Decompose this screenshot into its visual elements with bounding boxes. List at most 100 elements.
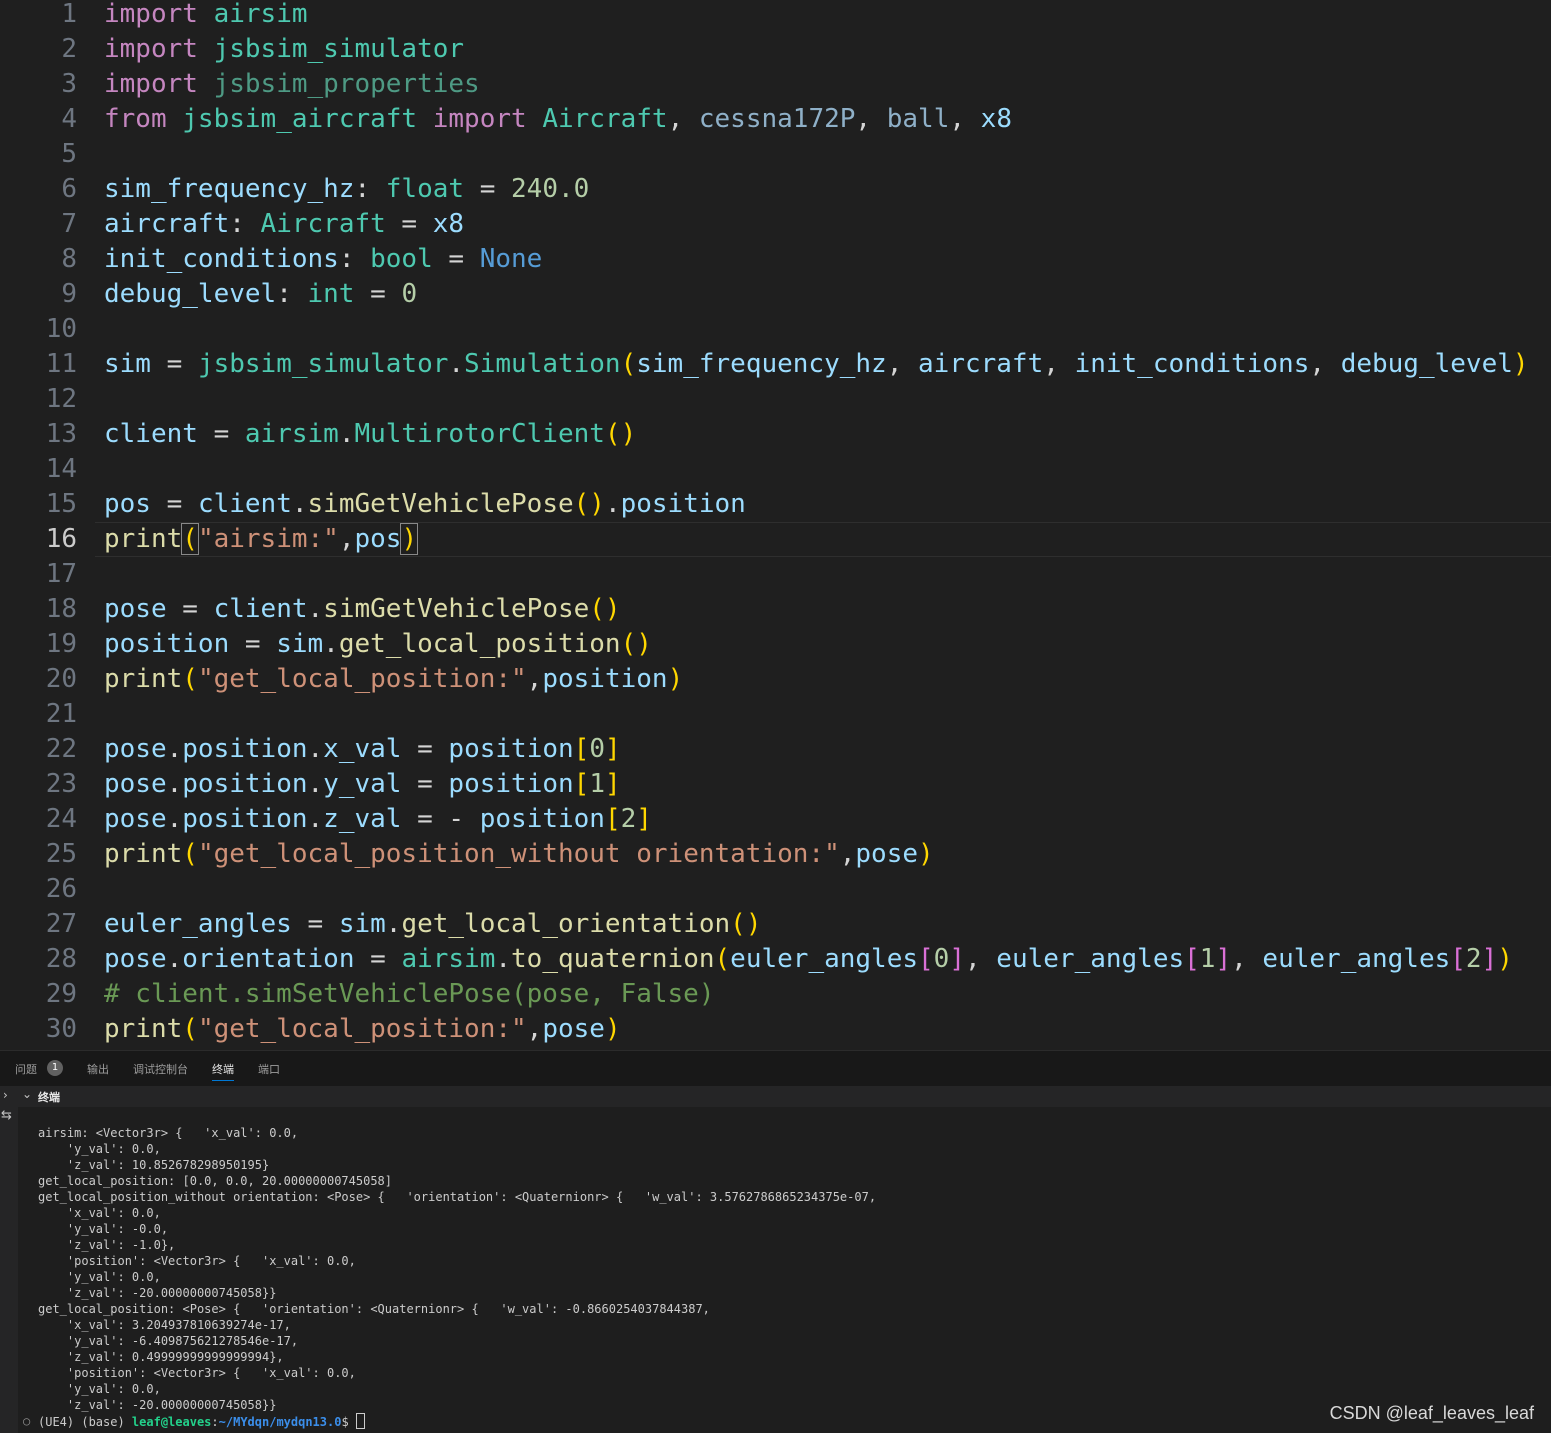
- terminal-line: 'z_val': 10.852678298950195}: [38, 1158, 270, 1172]
- line-number: 15: [45, 489, 77, 519]
- code-text[interactable]: pose.position.z_val = - position[2]: [104, 802, 652, 837]
- tab-terminal[interactable]: 终端: [212, 1061, 234, 1081]
- line-number: 13: [45, 419, 77, 449]
- tab-ports[interactable]: 端口: [258, 1061, 280, 1077]
- code-line[interactable]: 5: [0, 137, 1551, 172]
- tab-output[interactable]: 输出: [87, 1061, 109, 1077]
- line-number: 5: [61, 139, 77, 169]
- code-line[interactable]: 19 position = sim.get_local_position(): [0, 627, 1551, 662]
- code-line[interactable]: 26: [0, 872, 1551, 907]
- code-line[interactable]: 11 sim = jsbsim_simulator.Simulation(sim…: [0, 347, 1551, 382]
- line-number: 1: [61, 0, 77, 29]
- code-text[interactable]: pose = client.simGetVehiclePose(): [104, 592, 621, 627]
- code-editor[interactable]: 1 import airsim 2 import jsbsim_simulato…: [0, 0, 1551, 1050]
- bottom-panel: 问题 1 输出 调试控制台 终端 端口 › ⌄ 终端 ⇆ airsim: <Ve…: [0, 1050, 1551, 1433]
- prompt-user-host: leaf@leaves: [131, 1415, 212, 1429]
- code-line[interactable]: 4 from jsbsim_aircraft import Aircraft, …: [0, 102, 1551, 137]
- code-line[interactable]: 6 sim_frequency_hz: float = 240.0: [0, 172, 1551, 207]
- code-text[interactable]: sim_frequency_hz: float = 240.0: [104, 172, 589, 207]
- code-text[interactable]: # client.simSetVehiclePose(pose, False): [104, 977, 714, 1012]
- code-text[interactable]: print("airsim:",pos): [104, 522, 419, 557]
- code-text[interactable]: aircraft: Aircraft = x8: [104, 207, 464, 242]
- terminal-line: get_local_position: [0.0, 0.0, 20.000000…: [38, 1174, 393, 1188]
- line-number: 25: [45, 839, 77, 869]
- code-line[interactable]: 28 pose.orientation = airsim.to_quaterni…: [0, 942, 1551, 977]
- code-line[interactable]: 27 euler_angles = sim.get_local_orientat…: [0, 907, 1551, 942]
- line-number: 12: [45, 384, 77, 414]
- code-line[interactable]: 17: [0, 557, 1551, 592]
- terminal-line: 'y_val': -0.0,: [38, 1222, 169, 1236]
- line-number: 30: [45, 1014, 77, 1044]
- code-line[interactable]: 15 pos = client.simGetVehiclePose().posi…: [0, 487, 1551, 522]
- code-line[interactable]: 30 print("get_local_position:",pose): [0, 1012, 1551, 1047]
- line-number: 16: [45, 524, 77, 554]
- line-number: 4: [61, 104, 77, 134]
- line-number: 9: [61, 279, 77, 309]
- code-text[interactable]: debug_level: int = 0: [104, 277, 417, 312]
- terminal-line: 'y_val': -6.409875621278546e-17,: [38, 1334, 299, 1348]
- tab-debug-console[interactable]: 调试控制台: [133, 1061, 188, 1077]
- code-line[interactable]: 13 client = airsim.MultirotorClient(): [0, 417, 1551, 452]
- code-text[interactable]: import jsbsim_simulator: [104, 32, 464, 67]
- code-text[interactable]: position = sim.get_local_position(): [104, 627, 652, 662]
- chevron-right-icon[interactable]: ›: [3, 1088, 8, 1102]
- code-line[interactable]: 20 print("get_local_position:",position): [0, 662, 1551, 697]
- code-text[interactable]: client = airsim.MultirotorClient(): [104, 417, 636, 452]
- code-text[interactable]: euler_angles = sim.get_local_orientation…: [104, 907, 761, 942]
- code-line[interactable]: 14: [0, 452, 1551, 487]
- code-text[interactable]: print("get_local_position:",pose): [104, 1012, 621, 1047]
- terminal-line: 'y_val': 0.0,: [38, 1270, 161, 1284]
- code-line[interactable]: 12: [0, 382, 1551, 417]
- terminal-line: 'y_val': 0.0,: [38, 1142, 161, 1156]
- problems-count-badge: 1: [47, 1060, 63, 1076]
- code-text[interactable]: pose.position.y_val = position[1]: [104, 767, 621, 802]
- code-line-current[interactable]: 16 print("airsim:",pos): [0, 522, 1551, 557]
- line-number: 10: [45, 314, 77, 344]
- code-line[interactable]: 2 import jsbsim_simulator: [0, 32, 1551, 67]
- code-line[interactable]: 7 aircraft: Aircraft = x8: [0, 207, 1551, 242]
- terminal-line: airsim: <Vector3r> { 'x_val': 0.0,: [38, 1126, 299, 1140]
- code-line[interactable]: 29 # client.simSetVehiclePose(pose, Fals…: [0, 977, 1551, 1012]
- code-line[interactable]: 10: [0, 312, 1551, 347]
- bracket-match: ): [400, 523, 419, 555]
- code-text[interactable]: init_conditions: bool = None: [104, 242, 542, 277]
- terminal-section-header[interactable]: › ⌄ 终端: [0, 1086, 1551, 1107]
- line-number: 19: [45, 629, 77, 659]
- code-line[interactable]: 1 import airsim: [0, 0, 1551, 32]
- code-text[interactable]: pose.orientation = airsim.to_quaternion(…: [104, 942, 1513, 977]
- line-number: 21: [45, 699, 77, 729]
- code-text[interactable]: print("get_local_position_without orient…: [104, 837, 934, 872]
- code-text[interactable]: print("get_local_position:",position): [104, 662, 683, 697]
- code-line[interactable]: 3 import jsbsim_properties: [0, 67, 1551, 102]
- code-line[interactable]: 24 pose.position.z_val = - position[2]: [0, 802, 1551, 837]
- terminal-prompt[interactable]: (UE4) (base) leaf@leaves:~/MYdqn/mydqn13…: [38, 1413, 365, 1429]
- code-comment: # client.simSetVehiclePose(pose, False): [104, 979, 715, 1009]
- code-text[interactable]: import jsbsim_properties: [104, 67, 480, 102]
- code-text[interactable]: from jsbsim_aircraft import Aircraft, ce…: [104, 102, 1012, 137]
- terminal-line: 'z_val': 0.49999999999999994},: [38, 1350, 284, 1364]
- code-line[interactable]: 22 pose.position.x_val = position[0]: [0, 732, 1551, 767]
- code-text[interactable]: import airsim: [104, 0, 308, 32]
- line-number: 24: [45, 804, 77, 834]
- code-text[interactable]: pos = client.simGetVehiclePose().positio…: [104, 487, 746, 522]
- code-text[interactable]: pose.position.x_val = position[0]: [104, 732, 621, 767]
- code-line[interactable]: 23 pose.position.y_val = position[1]: [0, 767, 1551, 802]
- code-line[interactable]: 25 print("get_local_position_without ori…: [0, 837, 1551, 872]
- line-number: 23: [45, 769, 77, 799]
- code-line[interactable]: 8 init_conditions: bool = None: [0, 242, 1551, 277]
- code-text[interactable]: sim = jsbsim_simulator.Simulation(sim_fr…: [104, 347, 1529, 382]
- line-number: 28: [45, 944, 77, 974]
- chevron-down-icon[interactable]: ⌄: [22, 1087, 32, 1101]
- line-number: 26: [45, 874, 77, 904]
- code-line[interactable]: 21: [0, 697, 1551, 732]
- code-line[interactable]: 18 pose = client.simGetVehiclePose(): [0, 592, 1551, 627]
- line-number: 18: [45, 594, 77, 624]
- line-number: 2: [61, 34, 77, 64]
- tab-problems[interactable]: 问题: [15, 1061, 37, 1077]
- terminal-line: 'y_val': 0.0,: [38, 1382, 161, 1396]
- code-line[interactable]: 9 debug_level: int = 0: [0, 277, 1551, 312]
- terminal-line: 'position': <Vector3r> { 'x_val': 0.0,: [38, 1366, 356, 1380]
- terminal-line: 'z_val': -20.00000000745058}}: [38, 1286, 277, 1300]
- terminal-output[interactable]: airsim: <Vector3r> { 'x_val': 0.0, 'y_va…: [18, 1107, 1551, 1433]
- terminal-link-icon[interactable]: ⇆: [1, 1108, 12, 1123]
